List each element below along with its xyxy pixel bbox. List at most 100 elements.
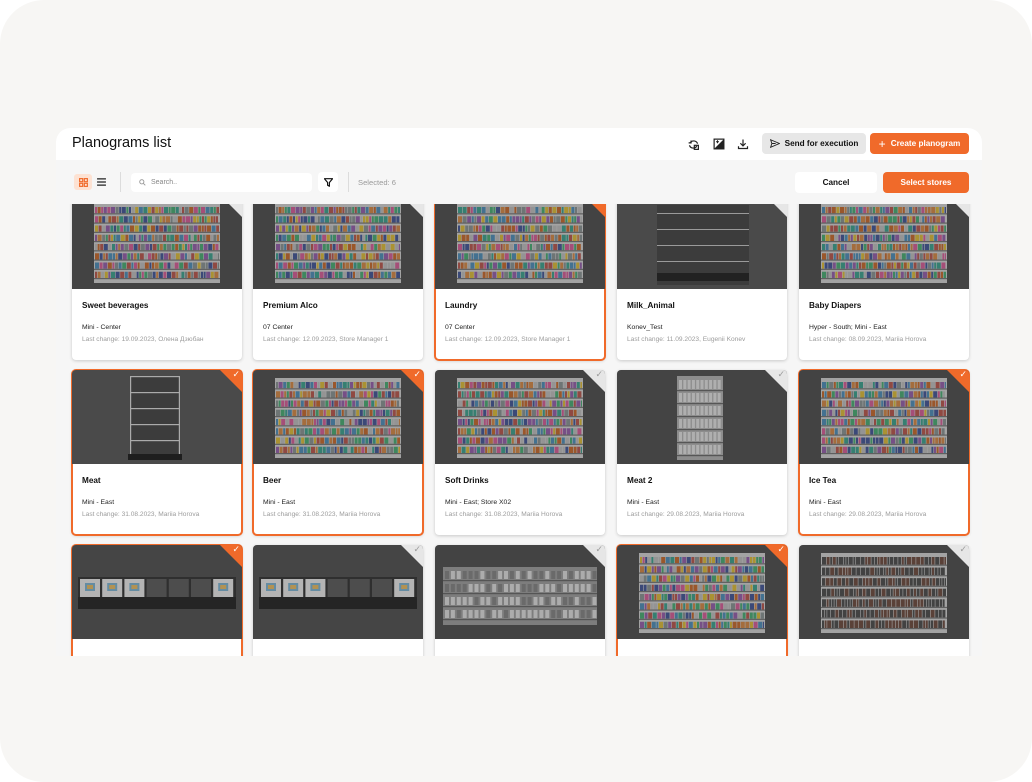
planogram-card[interactable]: ✓ Milk_Animal Konev_Test Last change: 11.09… [617,204,787,360]
search-icon [139,179,146,186]
planogram-thumbnail-image [72,545,242,639]
planogram-card[interactable]: ✓ [799,545,969,656]
planogram-thumbnail[interactable]: ✓ [617,370,787,464]
select-stores-button[interactable]: Select stores [883,172,969,193]
selected-count: Selected: 6 [358,178,396,187]
planogram-card[interactable]: ✓ Laundry 07 Center Last change: 12.09.2023… [434,204,606,361]
check-icon[interactable]: ✓ [595,370,603,379]
check-icon[interactable]: ✓ [777,370,785,379]
planogram-card[interactable]: ✓ [71,544,243,656]
app-frame: Planograms list Send for execution + Cre… [0,0,1032,782]
selection-corner[interactable] [947,204,969,217]
planogram-thumbnail[interactable]: ✓ [253,545,423,639]
planogram-thumbnail-image [253,545,423,639]
planogram-thumbnail[interactable]: ✓ [253,204,423,289]
check-icon[interactable]: ✓ [413,545,421,554]
planogram-name: Laundry [445,301,478,310]
planogram-last-change: Last change: 11.09.2023, Eugenii Konev [627,336,746,343]
planogram-name: Baby Diapers [809,301,862,310]
planogram-thumbnail[interactable]: ✓ [617,204,787,289]
planogram-thumbnail[interactable]: ✓ [435,370,605,464]
planogram-grid: ✓ Sweet beverages Mini - Center Last change… [56,204,982,656]
planogram-name: Premium Alco [263,301,318,310]
planogram-last-change: Last change: 31.08.2023, Mariia Horova [445,511,563,518]
view-toggle [74,174,110,190]
planogram-stores: Mini - East [809,499,842,506]
planogram-stores: 07 Center [445,324,475,331]
planogram-card[interactable]: ✓ Beer Mini - East Last change: 31.08.2023,… [252,369,424,536]
check-icon[interactable]: ✓ [232,370,240,379]
filter-icon [323,177,333,187]
planogram-thumbnail[interactable]: ✓ [799,370,969,464]
planogram-last-change: Last change: 08.09.2023, Mariia Horova [809,336,927,343]
check-icon[interactable]: ✓ [959,370,967,379]
selection-corner[interactable] [765,204,787,217]
planogram-name: Beer [263,476,282,485]
planogram-card[interactable]: ✓ Sweet beverages Mini - Center Last change… [72,204,242,360]
planogram-thumbnail-image [617,370,787,464]
page-header: Planograms list Send for execution + Cre… [56,128,982,160]
selection-corner[interactable] [401,204,423,217]
planogram-thumbnail-image [799,545,969,639]
planogram-card[interactable]: ✓ [435,545,605,656]
planogram-stores: Mini - East [82,499,115,506]
download-icon[interactable] [735,136,751,152]
planogram-thumbnail[interactable]: ✓ [617,545,787,639]
cancel-button[interactable]: Cancel [795,172,877,193]
plus-icon: + [878,136,886,151]
planogram-stores: Mini - Center [82,324,121,331]
selection-corner[interactable] [220,204,242,217]
planogram-thumbnail[interactable]: ✓ [435,545,605,639]
planogram-thumbnail[interactable]: ✓ [799,545,969,639]
planogram-thumbnail[interactable]: ✓ [799,204,969,289]
planogram-name: Soft Drinks [445,476,489,485]
filter-button[interactable] [318,172,338,192]
planogram-thumbnail[interactable]: ✓ [72,370,242,464]
planogram-thumbnail[interactable]: ✓ [72,204,242,289]
planogram-thumbnail-image [657,205,749,285]
list-view-icon[interactable] [92,174,110,190]
planogram-stores: Hyper - South; Mini - East [809,324,887,331]
check-icon[interactable]: ✓ [232,545,240,554]
planogram-card[interactable]: ✓ Meat 2 Mini - East Last change: 29.08.202… [617,370,787,535]
check-icon[interactable]: ✓ [595,545,603,554]
planogram-stores: Mini - East; Store X02 [445,499,512,506]
planogram-last-change: Last change: 12.09.2023, Store Manager 1 [263,336,389,343]
check-icon[interactable]: ✓ [777,545,785,554]
planogram-thumbnail[interactable]: ✓ [72,545,242,639]
planogram-stores: Mini - East [627,499,660,506]
selection-corner[interactable] [583,204,605,217]
send-for-execution-button[interactable]: Send for execution [762,133,866,154]
planogram-card[interactable]: ✓ [253,545,423,656]
planogram-card[interactable]: ✓ Premium Alco 07 Center Last change: 12.09… [253,204,423,360]
planogram-thumbnail-image [128,376,182,460]
planogram-thumbnail-image [435,545,605,639]
planogram-thumbnail[interactable]: ✓ [253,370,423,464]
planogram-thumbnail-image [617,545,787,639]
planogram-thumbnail-image [435,204,605,289]
planogram-last-change: Last change: 29.08.2023, Mariia Horova [809,511,927,518]
planogram-card[interactable]: ✓ Baby Diapers Hyper - South; Mini - East L… [799,204,969,360]
check-icon[interactable]: ✓ [413,370,421,379]
check-icon[interactable]: ✓ [959,545,967,554]
planogram-thumbnail[interactable]: ✓ [435,204,605,289]
divider [348,172,349,192]
sync-icon[interactable] [685,136,701,152]
search-input[interactable]: Search.. [131,173,312,192]
create-planogram-button[interactable]: + Create planogram [870,133,969,154]
planogram-name: Meat [82,476,101,485]
planogram-last-change: Last change: 19.09.2023, Олена Дзюбан [82,336,204,343]
grid-view-icon[interactable] [74,174,92,190]
planogram-thumbnail-image [799,204,969,289]
planogram-card[interactable]: ✓ [616,544,788,656]
list-toolbar: Search.. Selected: 6 Cancel Select store… [56,160,982,204]
planogram-name: Meat 2 [627,476,653,485]
planogram-card[interactable]: ✓ Meat Mini - East Last change: 31.08.2023,… [71,369,243,536]
planogram-card[interactable]: ✓ Soft Drinks Mini - East; Store X02 Last c… [435,370,605,535]
divider [120,172,121,192]
planogram-thumbnail-image [435,370,605,464]
planogram-card[interactable]: ✓ Ice Tea Mini - East Last change: 29.08.20… [798,369,970,536]
compare-icon[interactable] [711,136,727,152]
planogram-last-change: Last change: 31.08.2023, Mariia Horova [263,511,381,518]
planogram-stores: Mini - East [263,499,296,506]
